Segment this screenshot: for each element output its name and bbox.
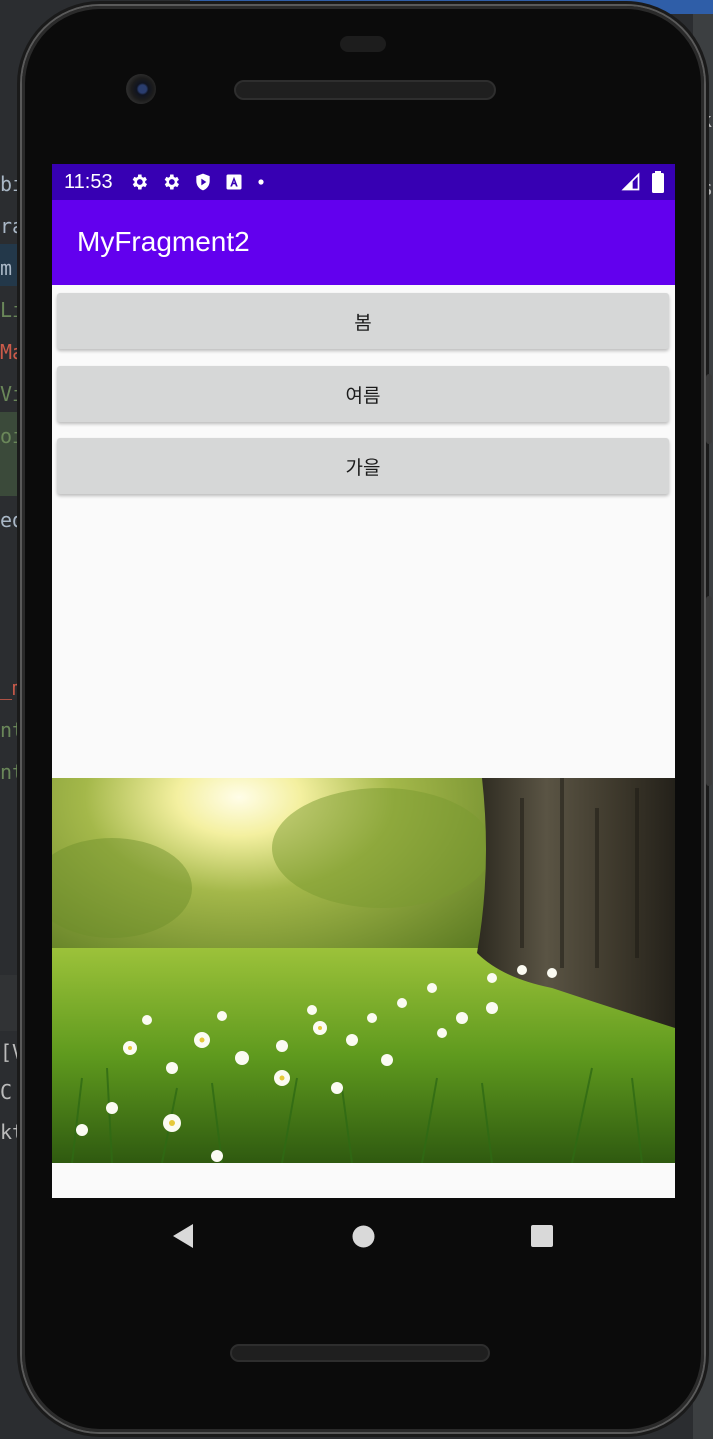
ide-code-fragment: Ma <box>0 340 25 364</box>
dot-icon <box>257 179 264 185</box>
device-screen: 11:53 MyFragment2 봄 여름 가을 <box>52 164 675 1198</box>
gear-icon <box>132 174 147 190</box>
ide-code-fragment: m <box>0 256 13 280</box>
ide-code-fragment: kt <box>0 1120 25 1144</box>
signal-icon <box>621 172 640 191</box>
volume-button <box>706 374 712 444</box>
ide-code-fragment: [V <box>0 1040 25 1064</box>
status-right-icons <box>621 164 665 200</box>
summer-button[interactable]: 여름 <box>57 366 669 422</box>
ide-code-fragment: _m <box>0 676 25 700</box>
app-title: MyFragment2 <box>77 226 250 257</box>
navigation-bar <box>52 1198 675 1274</box>
front-camera <box>126 74 156 104</box>
back-icon[interactable] <box>171 1223 195 1249</box>
sensor <box>340 36 386 52</box>
bottom-speaker <box>230 1344 490 1362</box>
spring-meadow-image <box>52 778 675 1163</box>
status-icons <box>129 172 267 192</box>
home-icon[interactable] <box>352 1225 375 1248</box>
spring-button[interactable]: 봄 <box>57 293 669 349</box>
gear-icon <box>164 174 179 190</box>
recents-icon[interactable] <box>531 1225 553 1247</box>
status-bar: 11:53 <box>52 164 675 200</box>
shield-icon <box>195 173 210 191</box>
a-box-icon <box>226 174 242 190</box>
volume-button <box>706 596 712 786</box>
status-time: 11:53 <box>64 170 113 193</box>
battery-icon <box>652 171 664 193</box>
autumn-button[interactable]: 가을 <box>57 438 669 494</box>
app-bar: MyFragment2 <box>52 200 675 285</box>
ide-code-fragment: C <box>0 1080 13 1104</box>
earpiece-speaker <box>234 80 496 100</box>
